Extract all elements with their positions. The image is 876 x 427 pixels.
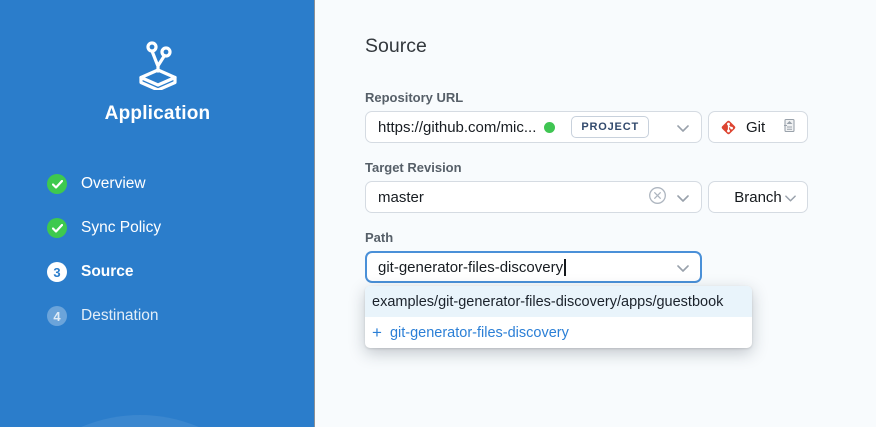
step-destination[interactable]: 4 Destination (47, 306, 161, 326)
repository-url-value: https://github.com/mic... (378, 119, 536, 136)
step-number-badge: 4 (47, 306, 67, 326)
project-badge: PROJECT (571, 116, 649, 138)
step-list: Overview Sync Policy 3 Source 4 Destinat… (47, 174, 161, 326)
chevron-down-icon[interactable] (677, 119, 689, 136)
revision-type-label: Branch (721, 189, 795, 206)
plus-icon: + (372, 324, 382, 341)
repo-type-label: Git (746, 119, 765, 136)
decorative-circle (0, 415, 290, 427)
chevron-down-icon (785, 189, 796, 206)
target-revision-input[interactable]: master (365, 181, 702, 213)
step-overview[interactable]: Overview (47, 174, 161, 194)
chevron-down-icon[interactable] (677, 189, 689, 206)
sidebar-title: Application (0, 103, 315, 125)
wizard-sidebar: Application Overview Sync Policy 3 Sourc… (0, 0, 315, 427)
git-icon (720, 119, 737, 136)
application-icon (0, 38, 315, 95)
step-label: Sync Policy (81, 219, 161, 237)
repository-url-label: Repository URL (365, 90, 463, 105)
combobox-icon (783, 118, 796, 137)
step-number-badge: 3 (47, 262, 67, 282)
create-path-label: git-generator-files-discovery (390, 325, 569, 341)
create-path-option[interactable]: + git-generator-files-discovery (365, 317, 752, 348)
target-revision-value: master (378, 189, 424, 206)
step-source[interactable]: 3 Source (47, 262, 161, 282)
check-icon (47, 174, 67, 194)
page-title: Source (365, 35, 427, 58)
path-label: Path (365, 230, 393, 245)
step-label: Destination (81, 307, 159, 325)
target-revision-label: Target Revision (365, 160, 462, 175)
path-suggestions-dropdown: examples/git-generator-files-discovery/a… (365, 286, 752, 348)
check-icon (47, 218, 67, 238)
chevron-down-icon[interactable] (677, 259, 689, 276)
repository-url-input[interactable]: https://github.com/mic... PROJECT (365, 111, 702, 143)
text-caret (564, 259, 566, 276)
suggestion-item[interactable]: examples/git-generator-files-discovery/a… (365, 286, 752, 317)
connection-status-dot-icon (544, 122, 555, 133)
path-value: git-generator-files-discovery (378, 259, 563, 276)
step-sync-policy[interactable]: Sync Policy (47, 218, 161, 238)
source-panel: Source Repository URL https://github.com… (365, 0, 825, 427)
step-label: Source (81, 263, 134, 281)
revision-type-select[interactable]: Branch (708, 181, 808, 213)
step-label: Overview (81, 175, 146, 193)
repo-type-select[interactable]: Git (708, 111, 808, 143)
path-input[interactable]: git-generator-files-discovery (365, 251, 702, 283)
clear-icon[interactable] (648, 186, 667, 209)
